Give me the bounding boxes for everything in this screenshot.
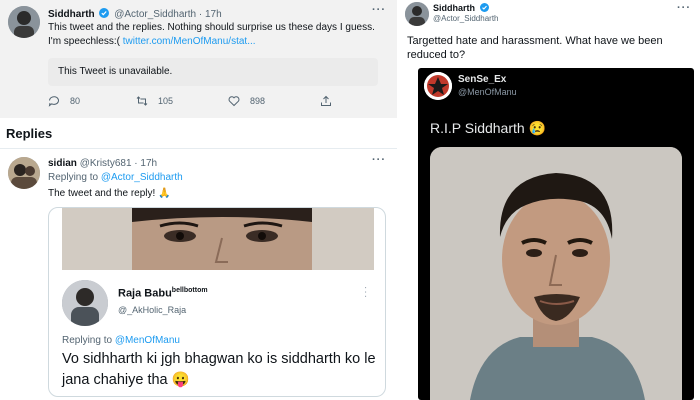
right-more-options-icon[interactable]: ··· bbox=[677, 2, 691, 14]
quote-author-name-sup: bellbottom bbox=[171, 287, 208, 294]
quote-replying-to-link[interactable]: @MenOfManu bbox=[115, 335, 180, 346]
retweet-icon bbox=[136, 96, 148, 106]
right-panel: Siddharth @Actor_Siddharth ··· Targetted… bbox=[397, 0, 700, 400]
unavailable-notice: This Tweet is unavailable. bbox=[48, 58, 378, 86]
quote-author-name[interactable]: Raja Babubellbottom bbox=[118, 287, 208, 300]
reply-author-name[interactable]: sidian bbox=[48, 158, 77, 169]
author-handle[interactable]: @Actor_Siddharth · 17h bbox=[114, 9, 221, 20]
right-author-name[interactable]: Siddharth bbox=[433, 3, 475, 13]
quote-more-options-icon[interactable]: ··· bbox=[360, 286, 371, 299]
quote-text: Vo sidhharth ki jgh bhagwan ko is siddha… bbox=[62, 351, 376, 388]
reply-icon bbox=[48, 96, 59, 107]
embedded-post-image[interactable]: SenSe_Ex @MenOfManu R.I.P Siddharth 😢 bbox=[418, 68, 694, 400]
quote-author-handle[interactable]: @_AkHolic_Raja bbox=[118, 305, 186, 315]
reply-text: The tweet and the reply! 🙏 bbox=[48, 188, 171, 199]
replying-to-label: Replying to bbox=[48, 172, 101, 183]
tweet-text-line1: This tweet and the replies. Nothing shou… bbox=[48, 22, 375, 33]
reply-avatar[interactable] bbox=[8, 157, 40, 189]
face-image bbox=[62, 208, 374, 270]
tweet-text-line2: I'm speechless:( bbox=[48, 36, 123, 47]
share-icon bbox=[321, 95, 331, 106]
retweet-count: 105 bbox=[158, 96, 174, 106]
reply-more-options-icon[interactable]: ··· bbox=[372, 154, 386, 166]
quote-replying-to-label: Replying to bbox=[62, 335, 115, 346]
divider bbox=[0, 148, 397, 149]
quote-author-name-text: Raja Babu bbox=[118, 287, 172, 300]
reply-count: 80 bbox=[70, 96, 81, 106]
tweet-actions: 80 105 898 bbox=[48, 95, 348, 109]
quote-avatar[interactable] bbox=[62, 280, 108, 326]
replies-heading: Replies bbox=[6, 126, 53, 141]
quoted-tweet-card[interactable]: Siddharth @Actor_Siddharth · 17h ··· Thi… bbox=[0, 0, 397, 118]
screenshot-reply-card[interactable]: Raja Babubellbottom @_AkHolic_Raja ··· R… bbox=[48, 207, 386, 397]
quote-replying-to: Replying to @MenOfManu bbox=[62, 335, 180, 346]
embedded-author-handle: @MenOfManu bbox=[458, 87, 517, 97]
right-avatar[interactable] bbox=[405, 2, 429, 26]
tweet-link[interactable]: twitter.com/MenOfManu/stat... bbox=[123, 36, 256, 47]
share-button[interactable] bbox=[320, 95, 332, 107]
retweet-button[interactable]: 105 bbox=[136, 95, 173, 107]
like-button[interactable]: 898 bbox=[228, 95, 265, 107]
verified-badge-icon bbox=[99, 8, 110, 18]
tweet-text: This tweet and the replies. Nothing shou… bbox=[48, 21, 388, 49]
avatar[interactable] bbox=[8, 6, 40, 38]
replying-to-link[interactable]: @Actor_Siddharth bbox=[101, 172, 183, 183]
author-name[interactable]: Siddharth bbox=[48, 9, 95, 20]
embedded-avatar bbox=[424, 72, 452, 100]
heart-icon bbox=[228, 96, 240, 107]
left-panel: Siddharth @Actor_Siddharth · 17h ··· Thi… bbox=[0, 0, 397, 400]
right-tweet-text: Targetted hate and harassment. What have… bbox=[407, 35, 663, 61]
reply-button[interactable]: 80 bbox=[48, 95, 80, 107]
reply-author-handle[interactable]: @Kristy681 · 17h bbox=[80, 158, 157, 169]
replying-to: Replying to @Actor_Siddharth bbox=[48, 171, 183, 185]
like-count: 898 bbox=[250, 96, 266, 106]
right-author-handle[interactable]: @Actor_Siddharth bbox=[433, 14, 499, 23]
portrait-photo bbox=[430, 147, 682, 400]
embedded-post-text: R.I.P Siddharth 😢 bbox=[430, 120, 547, 136]
embedded-author-name: SenSe_Ex bbox=[458, 74, 507, 85]
verified-badge-icon bbox=[479, 3, 489, 12]
more-options-icon[interactable]: ··· bbox=[372, 4, 386, 16]
